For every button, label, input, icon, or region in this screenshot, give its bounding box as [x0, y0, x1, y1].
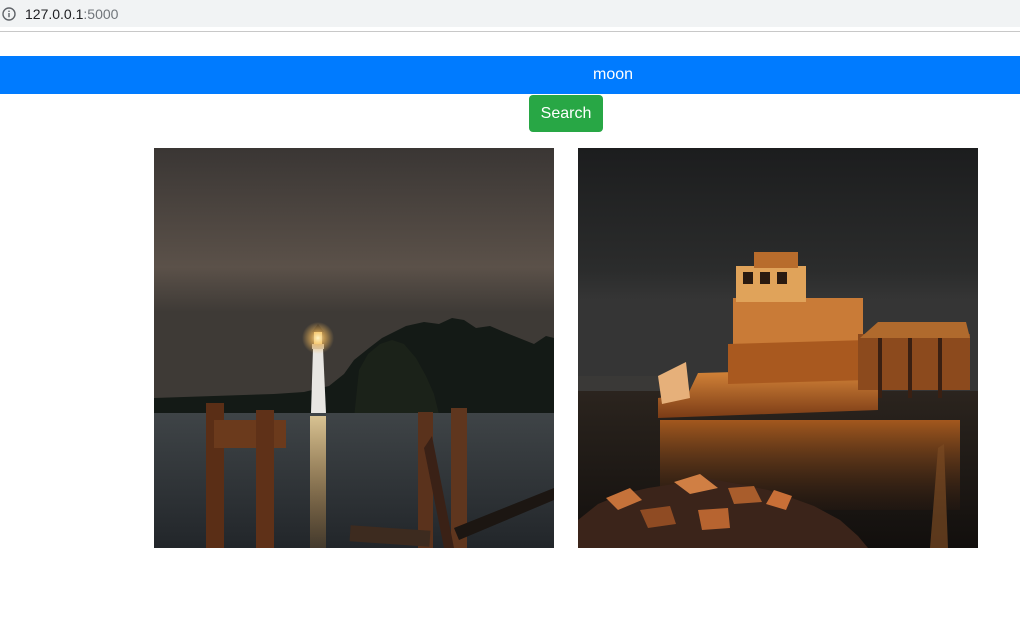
url-host: 127.0.0.1 — [25, 5, 84, 22]
url-port: :5000 — [83, 5, 119, 22]
search-button[interactable]: Search — [529, 95, 603, 132]
result-image-lighthouse[interactable] — [154, 148, 554, 548]
search-input[interactable] — [0, 56, 1020, 94]
result-image-ship[interactable] — [578, 148, 978, 548]
address-bar[interactable]: 127.0.0.1:5000 — [0, 0, 1020, 27]
toolbar-divider — [0, 31, 1020, 32]
info-icon[interactable] — [2, 6, 16, 21]
